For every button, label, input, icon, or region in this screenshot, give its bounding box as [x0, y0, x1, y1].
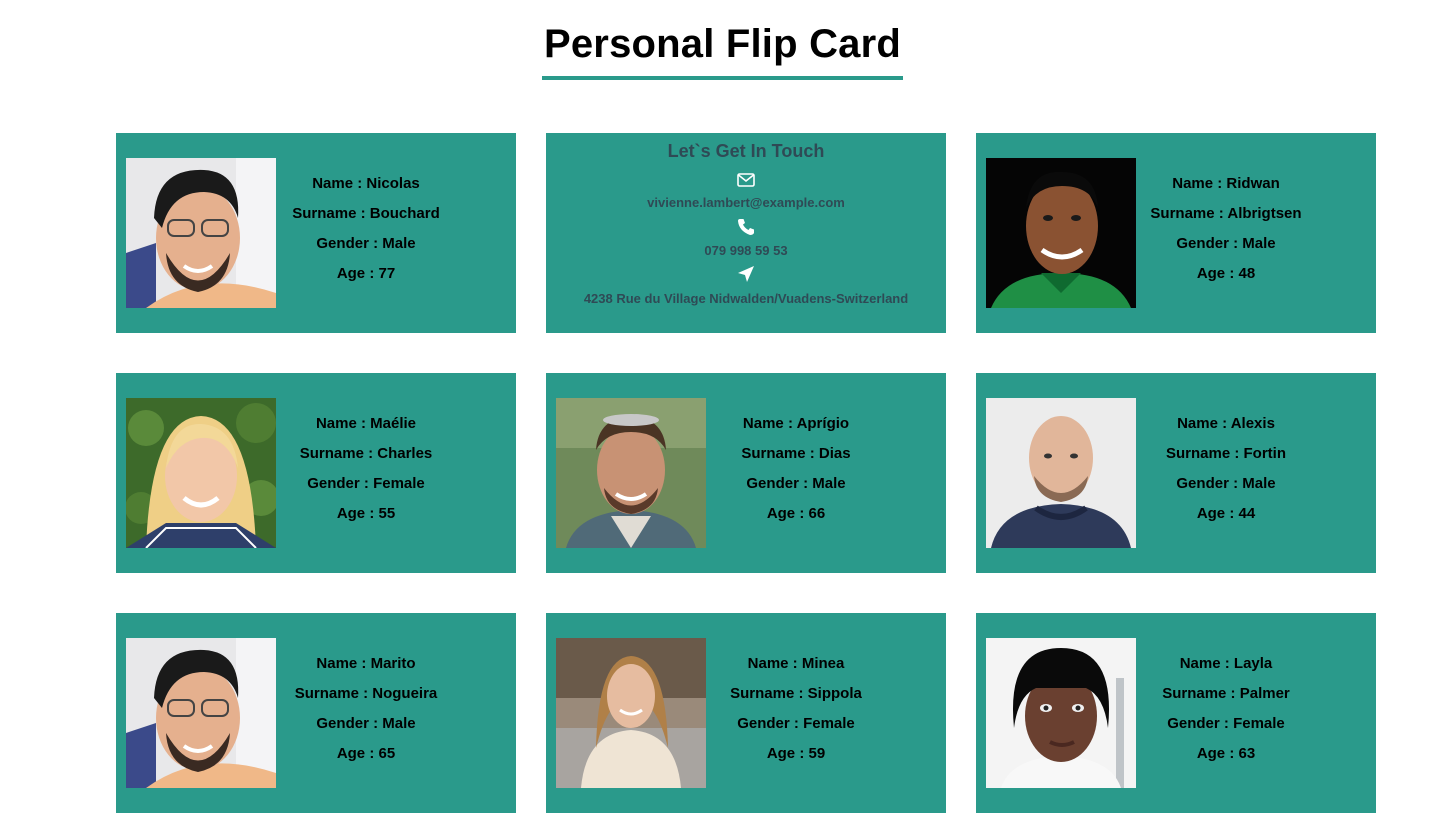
- person-age: Age : 59: [766, 745, 826, 762]
- person-name: Name : Maélie: [315, 415, 417, 432]
- person-age: Age : 44: [1196, 505, 1256, 522]
- envelope-icon: [737, 173, 755, 187]
- person-name: Name : Marito: [316, 655, 416, 672]
- person-age: Age : 63: [1196, 745, 1256, 762]
- person-age: Age : 65: [336, 745, 396, 762]
- person-card[interactable]: Name : Alexis Surname : Fortin Gender : …: [976, 373, 1376, 573]
- person-card[interactable]: Name : Ridwan Surname : Albrigtsen Gende…: [976, 133, 1376, 333]
- person-age: Age : 66: [766, 505, 826, 522]
- person-photo: [126, 158, 276, 308]
- person-gender: Gender : Female: [737, 715, 855, 732]
- person-surname: Surname : Fortin: [1165, 445, 1287, 462]
- contact-content: Let`s Get In Touch vivienne.lambert@exam…: [546, 133, 946, 333]
- person-info: Name : Alexis Surname : Fortin Gender : …: [1136, 411, 1316, 531]
- person-surname: Surname : Dias: [741, 445, 851, 462]
- contact-address: 4238 Rue du Village Nidwalden/Vuadens-Sw…: [583, 291, 909, 306]
- person-card[interactable]: Name : Minea Surname : Sippola Gender : …: [546, 613, 946, 813]
- person-card[interactable]: Name : Nicolas Surname : Bouchard Gender…: [116, 133, 516, 333]
- person-photo: [126, 638, 276, 788]
- person-photo: [986, 398, 1136, 548]
- person-info: Name : Layla Surname : Palmer Gender : F…: [1136, 651, 1316, 771]
- person-age: Age : 77: [336, 265, 396, 282]
- page-title: Personal Flip Card: [541, 18, 904, 80]
- person-card[interactable]: Name : Maélie Surname : Charles Gender :…: [116, 373, 516, 573]
- person-name: Name : Minea: [747, 655, 845, 672]
- person-info: Name : Minea Surname : Sippola Gender : …: [706, 651, 886, 771]
- person-surname: Surname : Bouchard: [292, 205, 440, 222]
- page-header: Personal Flip Card: [0, 18, 1445, 80]
- person-info: Name : Marito Surname : Nogueira Gender …: [276, 651, 456, 771]
- person-photo: [986, 638, 1136, 788]
- person-surname: Surname : Albrigtsen: [1150, 205, 1302, 222]
- person-surname: Surname : Sippola: [730, 685, 862, 702]
- person-gender: Gender : Male: [316, 235, 416, 252]
- person-gender: Gender : Male: [316, 715, 416, 732]
- person-gender: Gender : Male: [1176, 235, 1276, 252]
- person-age: Age : 48: [1196, 265, 1256, 282]
- person-card[interactable]: Name : Marito Surname : Nogueira Gender …: [116, 613, 516, 813]
- contact-title: Let`s Get In Touch: [667, 141, 825, 161]
- person-surname: Surname : Charles: [299, 445, 433, 462]
- person-info: Name : Aprígio Surname : Dias Gender : M…: [706, 411, 886, 531]
- person-surname: Surname : Nogueira: [294, 685, 438, 702]
- person-name: Name : Nicolas: [312, 175, 420, 192]
- person-info: Name : Ridwan Surname : Albrigtsen Gende…: [1136, 171, 1316, 291]
- person-photo: [556, 638, 706, 788]
- person-info: Name : Nicolas Surname : Bouchard Gender…: [276, 171, 456, 291]
- person-photo: [986, 158, 1136, 308]
- person-name: Name : Alexis: [1177, 415, 1275, 432]
- contact-card[interactable]: Let`s Get In Touch vivienne.lambert@exam…: [546, 133, 946, 333]
- phone-icon: [738, 219, 754, 235]
- card-grid: Name : Nicolas Surname : Bouchard Gender…: [116, 133, 1376, 813]
- person-surname: Surname : Palmer: [1162, 685, 1290, 702]
- person-gender: Gender : Female: [307, 475, 425, 492]
- contact-phone[interactable]: 079 998 59 53: [546, 243, 946, 258]
- person-photo: [126, 398, 276, 548]
- contact-email[interactable]: vivienne.lambert@example.com: [546, 195, 946, 210]
- person-gender: Gender : Female: [1167, 715, 1285, 732]
- person-card[interactable]: Name : Layla Surname : Palmer Gender : F…: [976, 613, 1376, 813]
- person-photo: [556, 398, 706, 548]
- location-arrow-icon: [738, 266, 754, 282]
- person-name: Name : Layla: [1179, 655, 1273, 672]
- person-age: Age : 55: [336, 505, 396, 522]
- person-name: Name : Aprígio: [742, 415, 850, 432]
- person-card[interactable]: Name : Aprígio Surname : Dias Gender : M…: [546, 373, 946, 573]
- person-name: Name : Ridwan: [1172, 175, 1280, 192]
- person-gender: Gender : Male: [746, 475, 846, 492]
- person-info: Name : Maélie Surname : Charles Gender :…: [276, 411, 456, 531]
- person-gender: Gender : Male: [1176, 475, 1276, 492]
